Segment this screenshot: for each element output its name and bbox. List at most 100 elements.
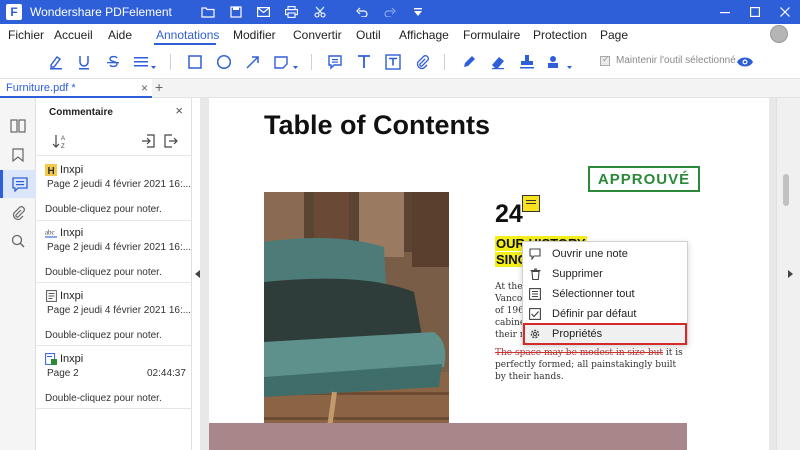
export-comments-icon[interactable] [161,132,181,150]
vertical-scrollbar[interactable] [776,98,800,450]
svg-text:Z: Z [61,144,65,149]
comment-author: Inxpi [60,164,84,176]
undo-icon[interactable] [350,0,374,24]
menu-annotations[interactable]: Annotations [156,28,219,42]
context-menu-open-note[interactable]: Ouvrir une note [523,244,687,264]
print-icon[interactable] [280,0,304,24]
rectangle-tool-icon[interactable] [184,51,206,73]
page-number-text: 24 [495,200,523,228]
stamp-tool-icon[interactable] [516,51,538,73]
approved-stamp[interactable]: APPROUVÉ [588,166,700,192]
panel-divider [36,282,192,283]
signature-dropdown-icon[interactable] [545,51,575,73]
comment-note-tool-icon[interactable] [324,51,346,73]
comment-date: 02:44:37 [147,368,186,379]
mail-icon[interactable] [252,0,276,24]
customize-quick-access-icon[interactable] [406,0,430,24]
menu-modifier[interactable]: Modifier [233,28,276,42]
comment-note-placeholder[interactable]: Double-cliquez pour noter. [45,204,162,215]
sticky-note-icon[interactable] [522,195,540,212]
comment-author: Inxpi [60,290,84,302]
import-comments-icon[interactable] [138,132,158,150]
thumbnails-icon[interactable] [0,112,36,140]
menu-protection[interactable]: Protection [533,28,587,42]
document-tab-strip: Furniture.pdf * × + [0,78,800,98]
cut-icon[interactable] [308,0,332,24]
window-controls [710,0,800,24]
text-align-dropdown-icon[interactable] [131,51,159,73]
close-window-icon[interactable] [770,0,800,24]
eraser-tool-icon[interactable] [487,51,509,73]
comment-note-placeholder[interactable]: Double-cliquez pour noter. [45,330,162,341]
comment-date: jeudi 4 février 2021 16:... [81,179,192,190]
underline-tool-icon[interactable] [73,51,95,73]
tab-furniture-pdf[interactable]: Furniture.pdf * × [0,79,152,98]
save-icon[interactable] [224,0,248,24]
minimize-icon[interactable] [710,0,740,24]
bookmark-icon[interactable] [0,141,36,169]
tab-close-icon[interactable]: × [141,81,148,95]
menu-fichier[interactable]: Fichier [8,28,44,42]
scrollbar-thumb[interactable] [783,174,789,206]
ellipse-tool-icon[interactable] [213,51,235,73]
context-menu-delete[interactable]: Supprimer [523,264,687,284]
underline-text-icon: abc [45,227,57,239]
comment-page: Page 2 [47,305,79,316]
decorative-band [209,423,687,450]
context-menu-label: Sélectionner tout [552,288,635,300]
comments-panel-icon[interactable] [0,170,36,198]
open-folder-icon[interactable] [196,0,220,24]
context-menu-select-all[interactable]: Sélectionner tout [523,284,687,304]
avatar[interactable] [770,25,788,43]
body-text-tail: it is [663,348,683,358]
context-menu-label: Ouvrir une note [552,248,628,260]
app-logo-glyph: F [10,5,18,19]
keep-tool-selected-option[interactable]: Maintenir l'outil sélectionné [600,54,736,66]
comment-page: Page 2 [47,179,79,190]
highlight-tool-icon[interactable] [45,51,67,73]
strikethrough-tool-icon[interactable] [102,51,124,73]
text-tool-icon[interactable] [353,51,375,73]
menu-page[interactable]: Page [600,28,628,42]
comment-page: Page 2 [47,242,79,253]
expand-right-panel-icon[interactable] [788,270,793,278]
redo-icon[interactable] [378,0,402,24]
text-box-tool-icon[interactable] [382,51,404,73]
attachment-tool-icon[interactable] [411,51,433,73]
menu-formulaire[interactable]: Formulaire [463,28,520,42]
comment-item[interactable]: H Inxpi Page 2 jeudi 4 février 2021 16:.… [36,158,192,218]
document-view[interactable]: Table of Contents APPROUVÉ 24 OUR SIN At… [200,98,776,450]
menu-convertir[interactable]: Convertir [293,28,342,42]
comment-item[interactable]: abc Inxpi Page 2 jeudi 4 février 2021 16… [36,221,192,281]
attachments-panel-icon[interactable] [0,199,36,227]
pencil-tool-icon[interactable] [458,51,480,73]
comment-author: Inxpi [60,353,84,365]
menu-accueil[interactable]: Accueil [54,28,93,42]
app-logo: F [6,4,22,20]
comment-item[interactable]: Inxpi Page 2 jeudi 4 février 2021 16:...… [36,284,192,344]
search-icon[interactable] [0,227,36,255]
keep-tool-checkbox[interactable] [600,54,610,66]
svg-text:abc: abc [45,230,55,237]
context-menu-set-default[interactable]: Définir par défaut [523,304,687,324]
quick-access-toolbar [196,0,430,24]
strikethrough-text-line[interactable]: The space may be modest in size but it i… [495,348,683,358]
menu-aide[interactable]: Aide [108,28,132,42]
strikethrough-text[interactable]: The space may be modest in size but [495,348,663,358]
comment-item[interactable]: Inxpi Page 2 02:44:37 Double-cliquez pou… [36,347,192,407]
new-tab-icon[interactable]: + [155,79,163,95]
note-open-icon [529,248,541,260]
note-icon [45,290,57,302]
menu-affichage[interactable]: Affichage [399,28,449,42]
context-menu-properties[interactable]: Propriétés [523,323,687,345]
comment-note-placeholder[interactable]: Double-cliquez pour noter. [45,267,162,278]
sort-icon[interactable]: AZ [50,132,70,150]
maximize-icon[interactable] [740,0,770,24]
menu-outil[interactable]: Outil [356,28,381,42]
eye-icon[interactable] [734,51,756,73]
svg-text:A: A [61,136,65,142]
panel-close-icon[interactable]: × [175,103,183,118]
shape-dropdown-icon[interactable] [272,51,300,73]
arrow-tool-icon[interactable] [242,51,264,73]
comment-note-placeholder[interactable]: Double-cliquez pour noter. [45,393,162,404]
